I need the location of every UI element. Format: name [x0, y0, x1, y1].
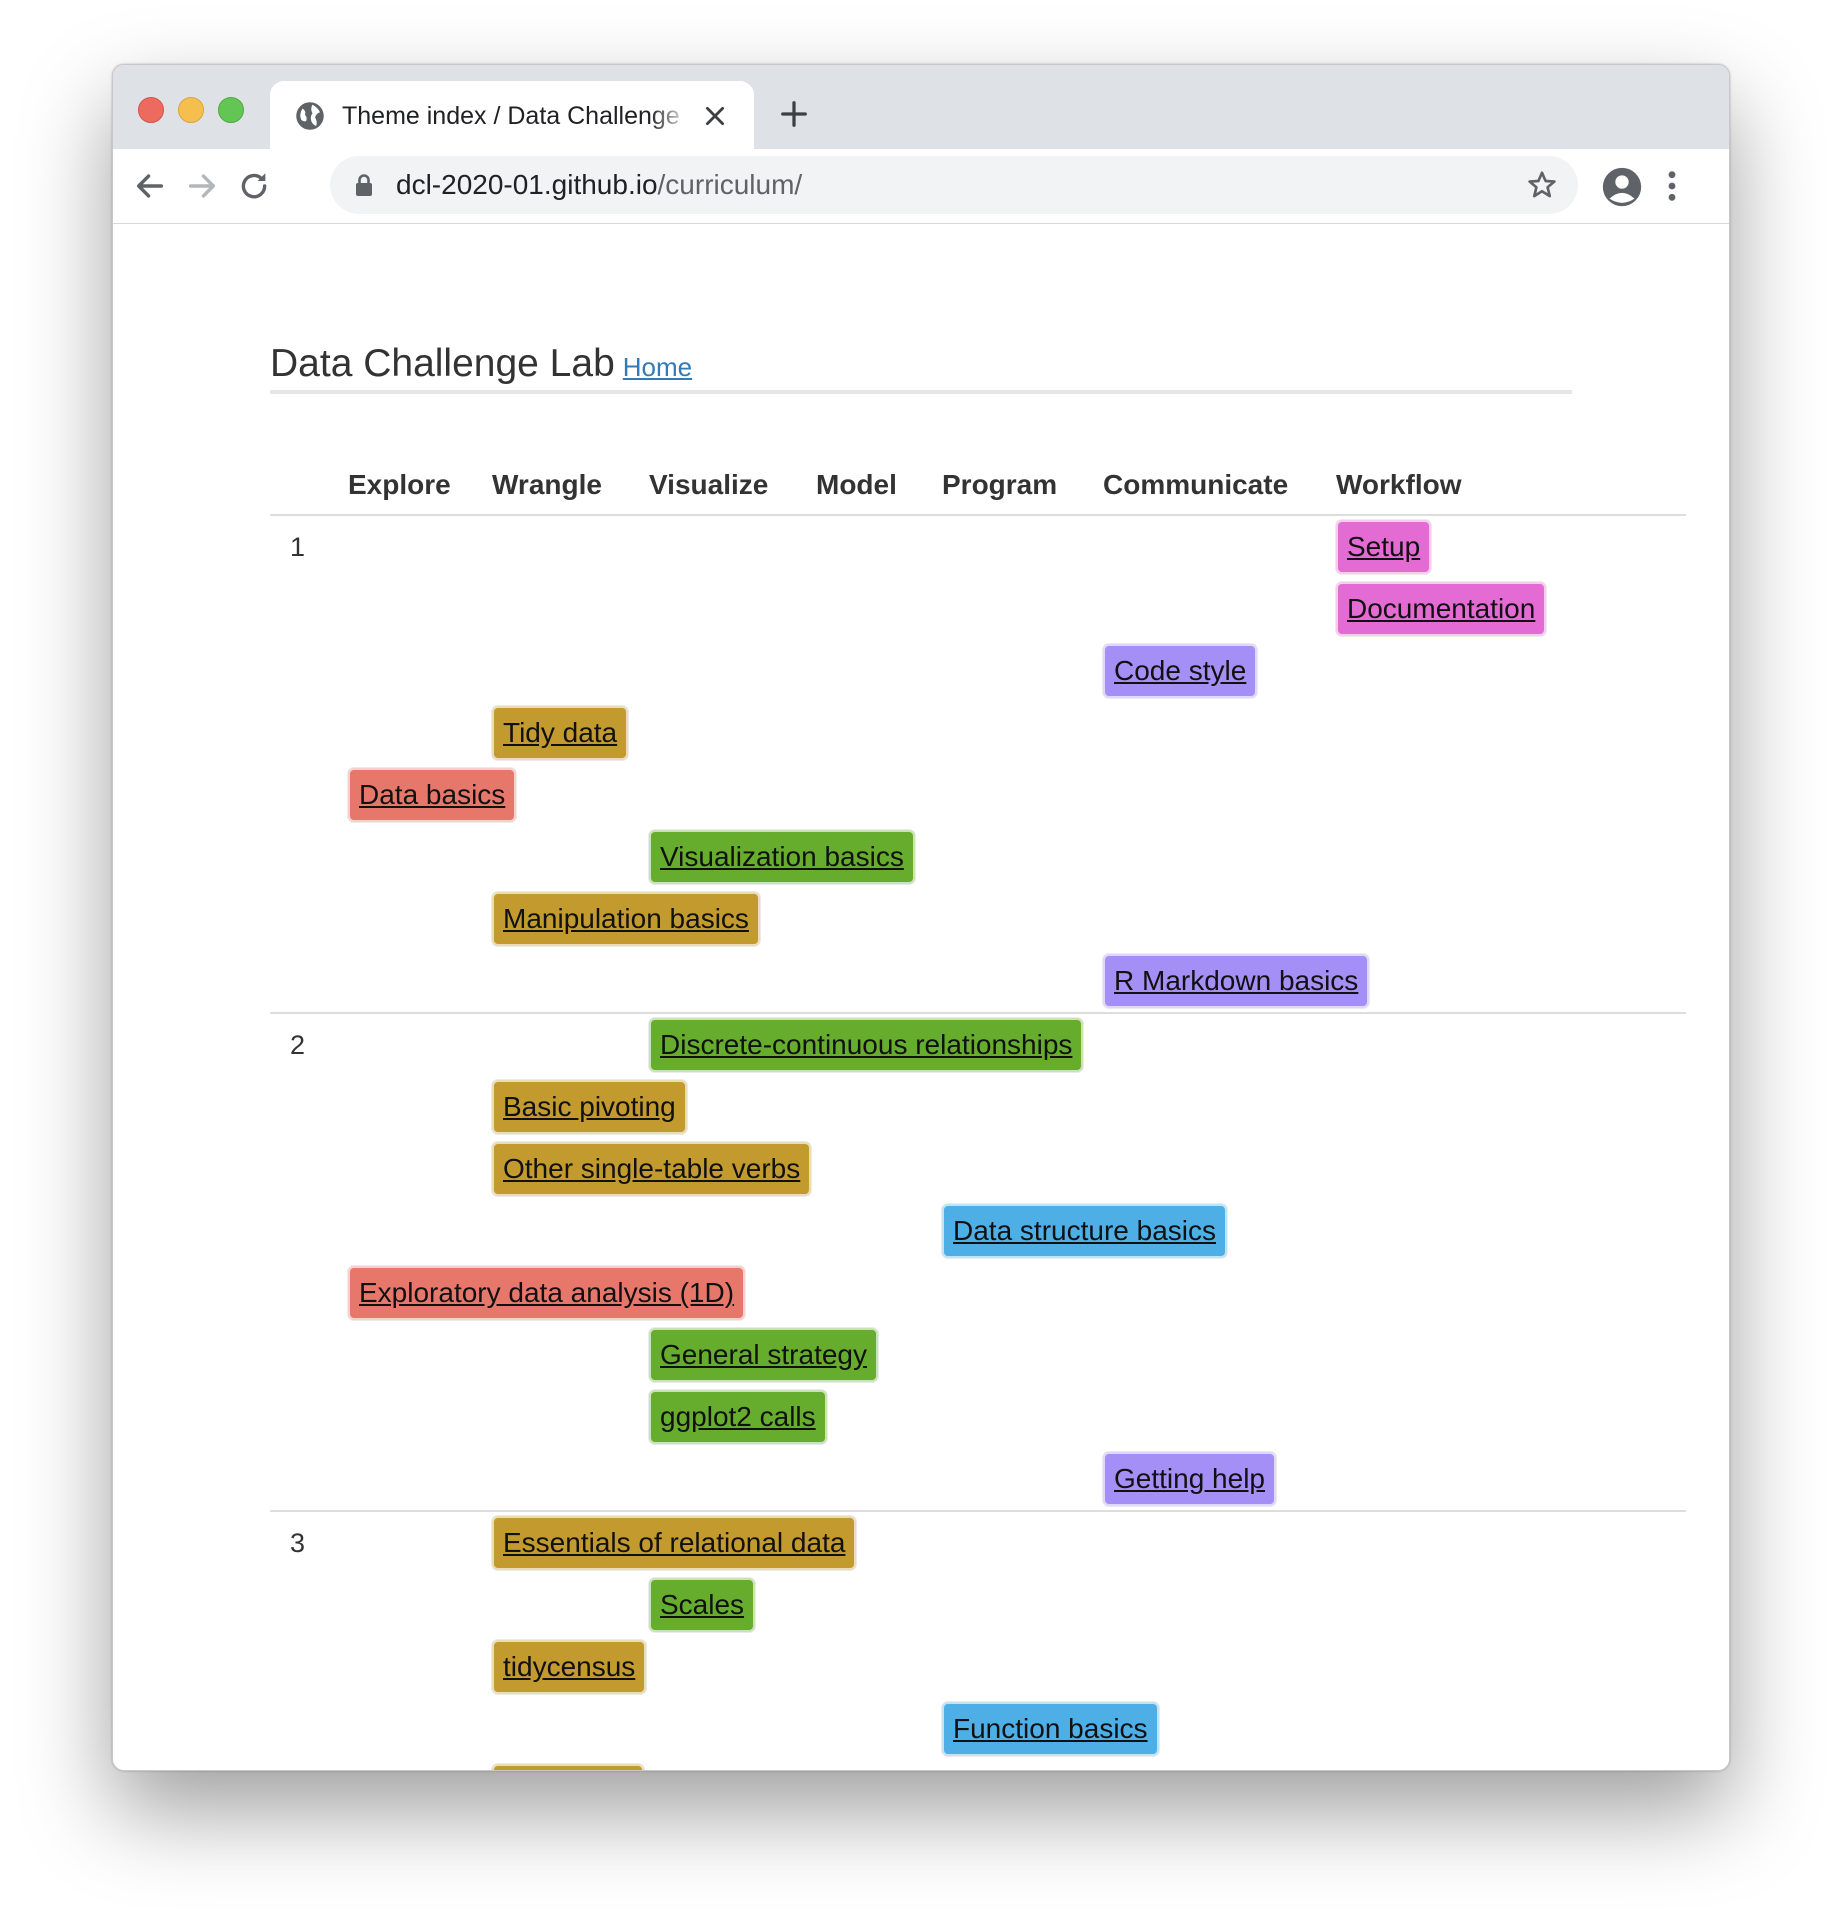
- topic-link[interactable]: Exploratory data analysis (1D): [348, 1266, 746, 1320]
- globe-icon: [296, 102, 324, 130]
- topic-row: Basic pivoting: [348, 1076, 1686, 1138]
- forward-arrow-icon[interactable]: [185, 169, 219, 203]
- browser-tab[interactable]: Theme index / Data Challenge Lab: [270, 81, 754, 149]
- unit-column-header: [270, 456, 348, 516]
- tab-title-fade: [650, 91, 690, 139]
- column-header: Visualize: [649, 456, 816, 516]
- url-text: dcl-2020-01.github.io/curriculum/: [396, 168, 802, 202]
- topic-link[interactable]: Manipulation basics: [492, 892, 760, 946]
- topic-link[interactable]: Scales: [649, 1578, 756, 1632]
- topic-row: Discrete-continuous relationships: [348, 1014, 1686, 1076]
- topic-row: Function basics: [348, 1698, 1686, 1760]
- topic-link[interactable]: R Markdown basics: [1103, 954, 1370, 1008]
- topic-link[interactable]: Getting help: [1103, 1452, 1276, 1506]
- url-host: dcl-2020-01.github.io: [396, 169, 658, 200]
- column-header: Explore: [348, 456, 492, 516]
- topic-link[interactable]: Other single-table verbs: [492, 1142, 812, 1196]
- topic-row: R Markdown basics: [348, 950, 1686, 1012]
- address-bar[interactable]: dcl-2020-01.github.io/curriculum/: [330, 156, 1578, 214]
- topic-link[interactable]: Discrete-continuous relationships: [649, 1018, 1084, 1072]
- unit-number: 3: [270, 1510, 348, 1770]
- topic-row: Code style: [348, 640, 1686, 702]
- window-maximize-button[interactable]: [218, 97, 244, 123]
- lock-icon: [356, 174, 372, 196]
- topic-row: tidycensus: [348, 1636, 1686, 1698]
- window-minimize-button[interactable]: [178, 97, 204, 123]
- topic-row: Visualization basics: [348, 826, 1686, 888]
- topic-link[interactable]: Data basics: [348, 768, 517, 822]
- browser-toolbar: dcl-2020-01.github.io/curriculum/: [113, 149, 1729, 224]
- unit-number: 2: [270, 1012, 348, 1511]
- profile-avatar-icon[interactable]: [1602, 167, 1642, 207]
- unit-topics-cell: Setup Documentation Code style Tidy data Dat…: [348, 514, 1686, 1013]
- topic-row: Scales: [348, 1574, 1686, 1636]
- back-arrow-icon[interactable]: [133, 169, 167, 203]
- unit-topics-cell: Discrete-continuous relationships Basic p…: [348, 1012, 1686, 1511]
- topic-link[interactable]: Essentials of relational data: [492, 1516, 857, 1570]
- curriculum-table: Explore Wrangle Visualize Model Program …: [270, 456, 1686, 1770]
- topic-link[interactable]: Code style: [1103, 644, 1258, 698]
- topic-row: Essentials of relational data: [348, 1512, 1686, 1574]
- window-close-button[interactable]: [138, 97, 164, 123]
- topic-link[interactable]: ggplot2 calls: [649, 1390, 827, 1444]
- topic-row: Getting help: [348, 1448, 1686, 1510]
- page-header: Data Challenge Lab Home: [270, 340, 1572, 394]
- topic-link[interactable]: tidycensus: [492, 1640, 647, 1694]
- topic-row: Data basics: [348, 764, 1686, 826]
- topic-row: Setup: [348, 516, 1686, 578]
- units-body: 1 Setup Documentation Code style Tidy data Da…: [270, 514, 1686, 1770]
- topic-link[interactable]: Visualization basics: [649, 830, 915, 884]
- column-header: Program: [942, 456, 1103, 516]
- column-header-row: Explore Wrangle Visualize Model Program …: [270, 456, 1686, 516]
- column-header: Communicate: [1103, 456, 1336, 516]
- column-header: Wrangle: [492, 456, 649, 516]
- topic-row: Exploratory data analysis (1D): [348, 1262, 1686, 1324]
- url-path: /curriculum/: [657, 169, 803, 200]
- unit-row: 2 Discrete-continuous relationships Basic …: [270, 1012, 1686, 1511]
- page-content: Data Challenge Lab Home Explore Wrangle V…: [113, 224, 1729, 1770]
- topic-link[interactable]: [492, 1764, 644, 1770]
- topic-link[interactable]: Setup: [1336, 520, 1432, 574]
- tab-strip: Theme index / Data Challenge Lab: [113, 65, 1729, 149]
- close-icon[interactable]: [702, 103, 728, 129]
- topic-link[interactable]: Basic pivoting: [492, 1080, 687, 1134]
- site-title: Data Challenge Lab Home: [270, 340, 1572, 391]
- topic-row: ggplot2 calls: [348, 1386, 1686, 1448]
- browser-window: Theme index / Data Challenge Lab dcl-: [112, 64, 1730, 1771]
- topic-link[interactable]: Tidy data: [492, 706, 629, 760]
- column-header: Model: [816, 456, 942, 516]
- topic-row: Documentation: [348, 578, 1686, 640]
- topic-link[interactable]: General strategy: [649, 1328, 878, 1382]
- topic-row: Other single-table verbs: [348, 1138, 1686, 1200]
- topic-row: General strategy: [348, 1324, 1686, 1386]
- topic-link[interactable]: Function basics: [942, 1702, 1159, 1756]
- reload-icon[interactable]: [237, 169, 271, 203]
- site-title-text: Data Challenge Lab: [270, 342, 615, 385]
- topic-row: Data structure basics: [348, 1200, 1686, 1262]
- home-link[interactable]: Home: [623, 352, 692, 382]
- more-menu-icon[interactable]: [1665, 169, 1679, 203]
- topic-link[interactable]: Data structure basics: [942, 1204, 1227, 1258]
- column-header: Workflow: [1336, 456, 1686, 516]
- topic-row: Tidy data: [348, 702, 1686, 764]
- unit-row: 1 Setup Documentation Code style Tidy data Da…: [270, 514, 1686, 1013]
- topic-row: [348, 1760, 1686, 1770]
- unit-row: 3 Essentials of relational data Scales tidy…: [270, 1510, 1686, 1770]
- tab-title: Theme index / Data Challenge Lab: [342, 102, 682, 130]
- unit-number: 1: [270, 514, 348, 1013]
- unit-topics-cell: Essentials of relational data Scales tidyc…: [348, 1510, 1686, 1770]
- topic-row: Manipulation basics: [348, 888, 1686, 950]
- new-tab-icon[interactable]: [779, 99, 809, 129]
- bookmark-star-icon[interactable]: [1526, 169, 1558, 201]
- topic-link[interactable]: Documentation: [1336, 582, 1547, 636]
